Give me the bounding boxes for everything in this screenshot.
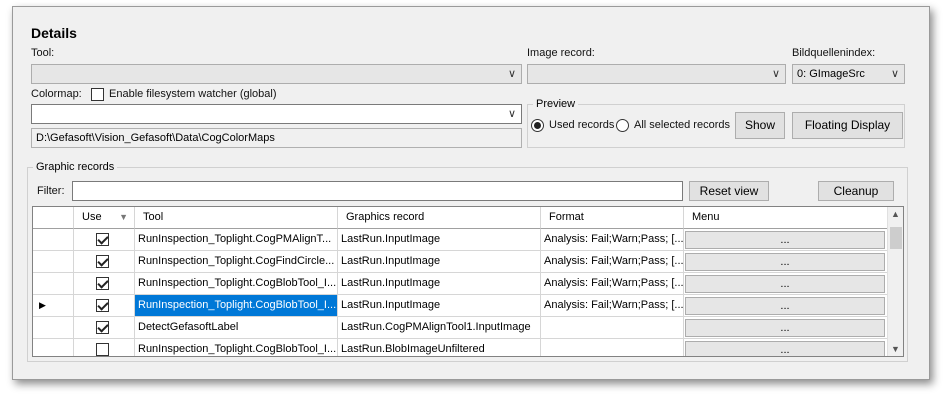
section-title: Details bbox=[31, 25, 77, 41]
table-row[interactable]: ▶ RunInspection_Toplight.CogBlobTool_I...… bbox=[33, 295, 889, 317]
row-header-cell[interactable] bbox=[33, 339, 74, 356]
graphics-record-cell[interactable]: LastRun.BlobImageUnfiltered bbox=[338, 339, 541, 356]
use-checkbox[interactable] bbox=[96, 299, 109, 312]
scroll-down-icon[interactable]: ▼ bbox=[891, 344, 900, 354]
tool-cell[interactable]: RunInspection_Toplight.CogBlobTool_I... bbox=[135, 273, 338, 295]
use-cell[interactable] bbox=[74, 251, 135, 273]
use-checkbox[interactable] bbox=[96, 321, 109, 334]
image-record-label: Image record: bbox=[527, 47, 595, 59]
menu-cell[interactable]: ... bbox=[684, 339, 889, 356]
colormap-path-field[interactable]: D:\Gefasoft\Vision_Gefasoft\Data\CogColo… bbox=[31, 128, 522, 148]
use-checkbox[interactable] bbox=[96, 277, 109, 290]
graphics-record-cell[interactable]: LastRun.InputImage bbox=[338, 251, 541, 273]
use-checkbox[interactable] bbox=[96, 233, 109, 246]
column-header-use[interactable]: Use ▼ bbox=[74, 207, 135, 229]
tool-cell[interactable]: RunInspection_Toplight.CogBlobTool_I... bbox=[135, 339, 338, 356]
graphics-record-cell[interactable]: LastRun.InputImage bbox=[338, 295, 541, 317]
chevron-down-icon: ∨ bbox=[507, 108, 516, 120]
table-row[interactable]: RunInspection_Toplight.CogPMAlignT... Las… bbox=[33, 229, 889, 251]
menu-cell[interactable]: ... bbox=[684, 317, 889, 339]
graphics-record-cell[interactable]: LastRun.InputImage bbox=[338, 229, 541, 251]
row-header-cell[interactable] bbox=[33, 317, 74, 339]
fs-watcher-checkbox[interactable] bbox=[91, 88, 104, 101]
use-cell[interactable] bbox=[74, 273, 135, 295]
column-header-tool[interactable]: Tool bbox=[135, 207, 338, 229]
column-header-format[interactable]: Format bbox=[541, 207, 684, 229]
table-row[interactable]: DetectGefasoftLabel LastRun.CogPMAlignToo… bbox=[33, 317, 889, 339]
details-panel: Details Tool: ∨ Image record: ∨ Bildquel… bbox=[12, 6, 930, 380]
used-records-label: Used records bbox=[549, 119, 615, 131]
show-button[interactable]: Show bbox=[735, 112, 785, 139]
scrollbar-thumb[interactable] bbox=[890, 227, 902, 249]
format-cell[interactable] bbox=[541, 317, 684, 339]
graphic-records-grid: Use ▼ Tool Graphics record Format Menu R… bbox=[32, 206, 904, 357]
menu-cell[interactable]: ... bbox=[684, 273, 889, 295]
image-record-dropdown[interactable]: ∨ bbox=[527, 64, 786, 84]
graphic-records-label: Graphic records bbox=[33, 161, 118, 173]
column-header-graphics-record[interactable]: Graphics record bbox=[338, 207, 541, 229]
use-cell[interactable] bbox=[74, 317, 135, 339]
all-selected-label: All selected records bbox=[634, 119, 730, 131]
menu-button[interactable]: ... bbox=[685, 231, 885, 249]
menu-button[interactable]: ... bbox=[685, 319, 885, 337]
table-row[interactable]: RunInspection_Toplight.CogBlobTool_I... L… bbox=[33, 273, 889, 295]
scroll-up-icon[interactable]: ▲ bbox=[891, 209, 900, 219]
column-header-use-label: Use bbox=[82, 211, 102, 223]
bildquellenindex-value: 0: GImageSrc bbox=[797, 68, 865, 80]
table-row[interactable]: RunInspection_Toplight.CogFindCircle... L… bbox=[33, 251, 889, 273]
menu-cell[interactable]: ... bbox=[684, 229, 889, 251]
use-cell[interactable] bbox=[74, 229, 135, 251]
all-selected-radio[interactable] bbox=[616, 119, 629, 132]
colormap-path-value: D:\Gefasoft\Vision_Gefasoft\Data\CogColo… bbox=[36, 132, 275, 144]
graphics-record-cell[interactable]: LastRun.InputImage bbox=[338, 273, 541, 295]
use-checkbox[interactable] bbox=[96, 255, 109, 268]
tool-cell[interactable]: DetectGefasoftLabel bbox=[135, 317, 338, 339]
menu-button[interactable]: ... bbox=[685, 297, 885, 315]
use-cell[interactable] bbox=[74, 339, 135, 356]
fs-watcher-label: Enable filesystem watcher (global) bbox=[109, 88, 277, 100]
sort-down-icon: ▼ bbox=[119, 212, 128, 222]
row-header-column bbox=[33, 207, 74, 229]
chevron-down-icon: ∨ bbox=[507, 68, 516, 80]
tool-cell[interactable]: RunInspection_Toplight.CogPMAlignT... bbox=[135, 229, 338, 251]
menu-cell[interactable]: ... bbox=[684, 251, 889, 273]
format-cell[interactable]: Analysis: Fail;Warn;Pass; [... bbox=[541, 229, 684, 251]
chevron-down-icon: ∨ bbox=[771, 68, 780, 80]
filter-label: Filter: bbox=[37, 185, 65, 197]
graphics-record-cell[interactable]: LastRun.CogPMAlignTool1.InputImage bbox=[338, 317, 541, 339]
floating-display-button[interactable]: Floating Display bbox=[792, 112, 903, 139]
table-row[interactable]: RunInspection_Toplight.CogBlobTool_I... L… bbox=[33, 339, 889, 356]
menu-cell[interactable]: ... bbox=[684, 295, 889, 317]
use-checkbox[interactable] bbox=[96, 343, 109, 356]
row-header-cell[interactable] bbox=[33, 251, 74, 273]
tool-dropdown[interactable]: ∨ bbox=[31, 64, 522, 84]
bildquellenindex-dropdown[interactable]: 0: GImageSrc ∨ bbox=[792, 64, 905, 84]
used-records-radio[interactable] bbox=[531, 119, 544, 132]
menu-button[interactable]: ... bbox=[685, 275, 885, 293]
format-cell[interactable]: Analysis: Fail;Warn;Pass; [... bbox=[541, 295, 684, 317]
column-header-menu[interactable]: Menu bbox=[684, 207, 889, 229]
row-header-cell[interactable] bbox=[33, 273, 74, 295]
colormap-label: Colormap: bbox=[31, 88, 82, 100]
chevron-down-icon: ∨ bbox=[890, 68, 899, 80]
colormap-dropdown[interactable]: ∨ bbox=[31, 104, 522, 124]
format-cell[interactable]: Analysis: Fail;Warn;Pass; [... bbox=[541, 251, 684, 273]
row-header-cell[interactable]: ▶ bbox=[33, 295, 74, 317]
menu-button[interactable]: ... bbox=[685, 253, 885, 271]
vertical-scrollbar[interactable]: ▲ ▼ bbox=[887, 207, 903, 356]
tool-label: Tool: bbox=[31, 47, 55, 59]
bildquellenindex-label: Bildquellenindex: bbox=[792, 47, 876, 59]
preview-group-label: Preview bbox=[533, 98, 579, 110]
current-row-icon: ▶ bbox=[39, 300, 46, 310]
row-header-cell[interactable] bbox=[33, 229, 74, 251]
filter-input[interactable] bbox=[72, 181, 683, 201]
format-cell[interactable]: Analysis: Fail;Warn;Pass; [... bbox=[541, 273, 684, 295]
format-cell[interactable] bbox=[541, 339, 684, 356]
tool-cell[interactable]: RunInspection_Toplight.CogFindCircle... bbox=[135, 251, 338, 273]
menu-button[interactable]: ... bbox=[685, 341, 885, 356]
reset-view-button[interactable]: Reset view bbox=[689, 181, 769, 201]
tool-cell[interactable]: RunInspection_Toplight.CogBlobTool_I... bbox=[135, 295, 338, 317]
use-cell[interactable] bbox=[74, 295, 135, 317]
cleanup-button[interactable]: Cleanup bbox=[818, 181, 894, 201]
